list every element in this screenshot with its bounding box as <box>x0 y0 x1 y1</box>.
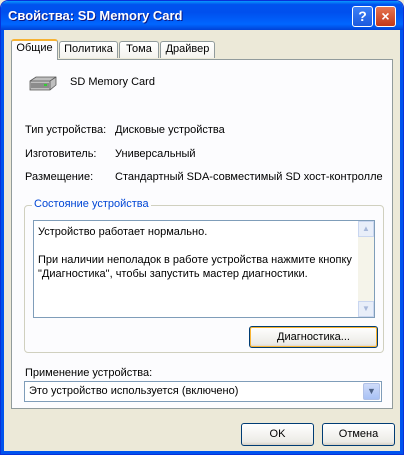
device-usage-select[interactable]: Это устройство используется (включено) ▼ <box>24 381 382 402</box>
device-usage-label: Применение устройства: <box>25 367 153 379</box>
tab-panel-general: SD Memory Card Тип устройства: Дисковые … <box>11 59 393 409</box>
tab-volumes[interactable]: Тома <box>119 41 159 58</box>
window-title: Свойства: SD Memory Card <box>8 8 183 23</box>
location-label: Размещение: <box>25 171 94 183</box>
scroll-down-icon[interactable]: ▼ <box>358 301 374 317</box>
ok-button[interactable]: OK <box>241 423 314 446</box>
window-border-bottom <box>1 451 403 454</box>
drive-icon <box>29 76 57 91</box>
tab-policy[interactable]: Политика <box>59 41 118 58</box>
close-button[interactable]: × <box>375 6 396 27</box>
window-border-right <box>400 30 403 454</box>
device-status-text: Устройство работает нормально. При налич… <box>38 226 352 280</box>
tab-driver[interactable]: Драйвер <box>160 41 215 58</box>
title-bar[interactable]: Свойства: SD Memory Card ? × <box>1 1 403 30</box>
location-value: Стандартный SDA-совместимый SD хост-конт… <box>115 171 383 183</box>
manufacturer-value: Универсальный <box>115 148 196 160</box>
help-button[interactable]: ? <box>352 6 373 27</box>
device-usage-value: Это устройство используется (включено) <box>29 385 239 397</box>
tab-general[interactable]: Общие <box>11 39 58 60</box>
device-type-value: Дисковые устройства <box>115 124 225 136</box>
window-border-left <box>1 30 4 454</box>
chevron-down-icon[interactable]: ▼ <box>363 383 380 400</box>
device-type-label: Тип устройства: <box>25 124 107 136</box>
status-scrollbar[interactable]: ▲ ▼ <box>358 221 374 317</box>
cancel-button[interactable]: Отмена <box>322 423 395 446</box>
device-status-title: Состояние устройства <box>32 198 151 210</box>
properties-dialog: Свойства: SD Memory Card ? × Общие Полит… <box>0 0 404 455</box>
scroll-up-icon[interactable]: ▲ <box>358 221 374 237</box>
device-status-box[interactable]: Устройство работает нормально. При налич… <box>33 220 375 318</box>
device-name: SD Memory Card <box>70 76 155 88</box>
manufacturer-label: Изготовитель: <box>25 148 97 160</box>
diagnostics-button[interactable]: Диагностика... <box>249 326 378 348</box>
device-status-group: Состояние устройства Устройство работает… <box>24 198 384 353</box>
